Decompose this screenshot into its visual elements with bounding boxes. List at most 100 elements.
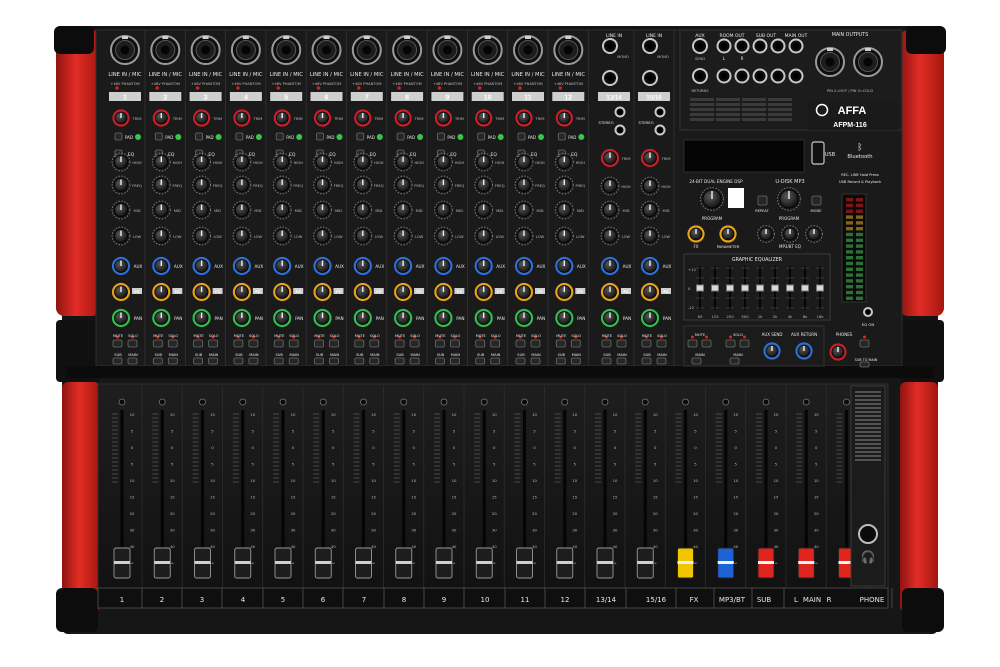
rca-right[interactable] [614,124,626,136]
aux-send-knob[interactable] [111,256,131,276]
fx-send-knob[interactable] [273,282,292,302]
sub-assign-button[interactable] [434,357,445,365]
rca-left[interactable] [654,106,666,118]
fx-send-knob[interactable] [474,282,493,302]
fx-send-knob[interactable] [232,282,251,302]
pan-knob[interactable] [434,308,453,328]
aux-send-knob[interactable] [232,256,251,276]
main-output-xlr-left[interactable] [815,47,845,77]
aux-send-knob[interactable] [640,256,660,276]
trim-knob[interactable] [112,109,130,127]
fx-send-knob[interactable] [353,282,372,302]
xlr-combo-jack[interactable] [230,35,261,65]
aux-return-master-knob[interactable] [795,342,813,360]
usb-port[interactable] [811,141,825,165]
fx-send-knob[interactable] [192,282,211,302]
pan-knob[interactable] [353,308,372,328]
aux-send-knob[interactable] [514,256,534,276]
xlr-combo-jack[interactable] [110,35,140,65]
aux-send-knob[interactable] [394,256,413,276]
trim-knob[interactable] [313,109,332,127]
pan-knob[interactable] [111,308,131,328]
sub-assign-button[interactable] [475,357,486,365]
pan-knob[interactable] [313,308,332,328]
dsp-fx-knob[interactable] [687,225,705,243]
sub-assign-button[interactable] [555,357,566,365]
main-assign-button[interactable] [208,357,219,365]
sub-assign-button[interactable] [641,357,652,365]
pan-knob[interactable] [232,308,251,328]
repeat-button[interactable] [757,195,768,206]
fx-send-knob[interactable] [514,282,534,302]
xlr-combo-jack[interactable] [432,35,463,65]
pad-button[interactable] [557,132,566,141]
pan-knob[interactable] [273,308,292,328]
sub-jack-4[interactable] [770,68,786,84]
phones-knob[interactable] [829,343,847,361]
main-assign-button[interactable] [570,357,581,365]
sub-assign-button[interactable] [354,357,365,365]
trim-knob[interactable] [394,109,412,127]
trim-knob[interactable] [233,109,251,127]
pad-button[interactable] [517,132,526,141]
sub-to-main-button[interactable] [859,361,870,368]
rca-left[interactable] [614,106,626,118]
pad-button[interactable] [114,132,123,141]
xlr-combo-jack[interactable] [513,35,543,65]
sub-assign-button[interactable] [515,357,526,365]
xlr-combo-jack[interactable] [311,35,342,65]
fx-send-knob[interactable] [555,282,574,302]
trim-knob[interactable] [273,109,291,127]
trim-knob[interactable] [193,109,211,127]
aux-send-master-knob[interactable] [763,342,781,360]
aux-jack-2[interactable] [692,68,708,84]
main-assign-button[interactable] [369,357,380,365]
xlr-combo-jack[interactable] [472,35,503,65]
pan-knob[interactable] [600,308,620,328]
pad-button[interactable] [275,132,284,141]
aux-send-knob[interactable] [434,256,453,276]
sub-jack-3[interactable] [752,68,768,84]
trim-knob[interactable] [152,109,170,127]
sub-assign-button[interactable] [273,357,284,365]
aux-send-knob[interactable] [600,256,620,276]
trim-knob[interactable] [515,109,533,127]
fx-send-knob[interactable] [152,282,171,302]
eq-on-button[interactable] [863,307,873,317]
pad-button[interactable] [154,132,163,141]
sub-assign-button[interactable] [152,357,163,365]
main-assign-button[interactable] [248,357,259,365]
sub-assign-button[interactable] [193,357,204,365]
trim-knob[interactable] [434,109,452,127]
rca-right[interactable] [654,124,666,136]
fx-main-button[interactable] [691,357,702,365]
aux-send-knob[interactable] [152,256,171,276]
sub-assign-button[interactable] [601,357,612,365]
trim-knob[interactable] [475,109,493,127]
main-assign-button[interactable] [329,357,339,365]
phones-jack[interactable] [858,524,878,544]
xlr-combo-jack[interactable] [351,35,382,65]
pad-button[interactable] [235,132,244,141]
line-in-left-jack[interactable] [602,38,618,54]
aux-send-knob[interactable] [353,256,372,276]
fx-send-knob[interactable] [394,282,413,302]
sub-assign-button[interactable] [112,357,123,365]
mp3-main-button[interactable] [729,357,740,365]
aux-send-knob[interactable] [313,256,332,276]
fx-send-knob[interactable] [313,282,332,302]
pan-knob[interactable] [555,308,574,328]
aux-send-knob[interactable] [273,256,292,276]
main-assign-button[interactable] [449,357,460,365]
aux-send-knob[interactable] [474,256,493,276]
line-in-right-jack[interactable] [642,70,658,86]
returns-right[interactable] [734,68,750,84]
returns-left[interactable] [716,68,732,84]
trim-knob[interactable] [354,109,372,127]
pad-button[interactable] [316,132,324,141]
aux-send-knob[interactable] [192,256,211,276]
aux-jack-1[interactable] [692,38,708,54]
mode-button[interactable] [811,195,822,206]
xlr-combo-jack[interactable] [150,35,181,65]
main-out-right[interactable] [788,68,804,84]
